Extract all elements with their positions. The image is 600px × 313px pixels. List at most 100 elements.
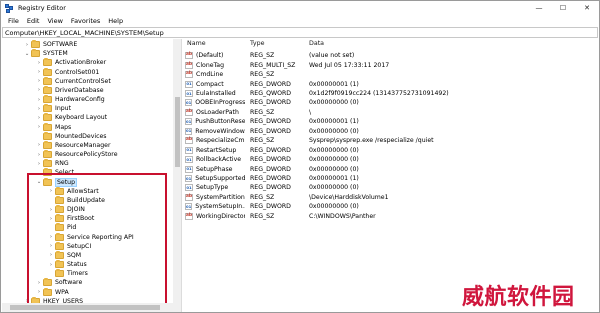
tree-node-label: SOFTWARE <box>43 41 78 48</box>
expand-right-icon[interactable]: › <box>36 113 42 122</box>
value-row[interactable]: ab SystemPartition REG_SZ \Device\HarddiskV… <box>185 193 598 202</box>
value-row[interactable]: ab OsLoaderPath REG_SZ \ <box>185 108 598 117</box>
expand-down-icon[interactable]: ⌄ <box>24 49 30 58</box>
value-row[interactable]: ab WorkingDirectory REG_SZ C:\WINDOWS\Panth… <box>185 212 598 221</box>
tree-node[interactable]: Select <box>36 168 74 177</box>
tree-horizontal-scrollbar[interactable] <box>2 303 181 312</box>
tree-node[interactable]: › SetupCI <box>48 241 91 251</box>
menu-file[interactable]: File <box>4 17 23 25</box>
value-row[interactable]: 01 SetupPhase REG_DWORD 0x00000000 (0) <box>185 164 598 173</box>
tree-node[interactable]: › ResourcePolicyStore <box>36 150 118 159</box>
tree-node[interactable]: › FirstBoot <box>48 214 94 223</box>
expand-right-icon[interactable]: › <box>36 68 42 77</box>
tree-node[interactable]: › Software <box>36 278 82 287</box>
expand-right-icon[interactable]: › <box>48 251 54 260</box>
menu-help[interactable]: Help <box>104 17 127 25</box>
maximize-button[interactable]: ☐ <box>551 1 575 15</box>
binary-value-icon: 01 <box>185 89 193 97</box>
value-name: SetupSupported <box>195 175 245 183</box>
value-row[interactable]: 01 RemoveWindow... REG_DWORD 0x00000000 (0) <box>185 127 598 136</box>
value-row[interactable]: ab CmdLine REG_SZ <box>185 70 598 79</box>
expand-right-icon[interactable]: › <box>36 278 42 287</box>
minimize-button[interactable]: — <box>527 1 551 15</box>
close-button[interactable]: ✕ <box>575 1 599 15</box>
value-row[interactable]: 01 SetupSupported REG_DWORD 0x00000001 (1) <box>185 174 598 183</box>
expand-right-icon[interactable]: › <box>24 40 30 49</box>
value-row[interactable]: 01 Compact REG_DWORD 0x00000001 (1) <box>185 79 598 88</box>
tree-node[interactable]: BuildUpdate <box>48 195 105 205</box>
expand-right-icon[interactable]: › <box>48 205 54 214</box>
tree-node[interactable]: › WPA <box>36 287 69 297</box>
tree-vertical-scrollbar[interactable] <box>173 39 181 303</box>
tree-node[interactable]: › AllowStart <box>48 186 99 196</box>
value-data: 0x1d2f9f0919cc224 (131437752731091492) <box>309 89 449 97</box>
column-header-data[interactable]: Data <box>309 40 324 49</box>
tree-node[interactable]: › SQM <box>48 250 81 260</box>
value-name-cell: 01 Compact <box>185 79 245 88</box>
expand-right-icon[interactable]: › <box>48 233 54 242</box>
expand-right-icon[interactable]: › <box>48 214 54 223</box>
address-bar[interactable]: Computer\HKEY_LOCAL_MACHINE\SYSTEM\Setup <box>2 27 598 38</box>
tree-node[interactable]: › DriverDatabase <box>36 85 104 95</box>
registry-tree-pane[interactable]: › SOFTWARE ⌄ SYSTEM › ActivationBroker › Contro… <box>2 39 182 312</box>
folder-icon <box>43 104 52 113</box>
menu-view[interactable]: View <box>43 17 66 25</box>
value-row[interactable]: 01 SystemSetupIn... REG_DWORD 0x00000000 (0… <box>185 202 598 211</box>
expand-right-icon[interactable]: › <box>36 77 42 86</box>
value-row[interactable]: 01 RestartSetup REG_DWORD 0x00000000 (0) <box>185 146 598 155</box>
column-header-type[interactable]: Type <box>250 40 264 49</box>
expand-right-icon[interactable]: › <box>36 86 42 95</box>
tree-node[interactable]: › Service Reporting API <box>48 232 134 242</box>
tree-node-label: ResourceManager <box>55 141 111 149</box>
expand-right-icon[interactable]: › <box>36 141 42 150</box>
expand-right-icon[interactable]: › <box>36 150 42 159</box>
tree-node[interactable]: › Keyboard Layout <box>36 113 107 122</box>
value-row[interactable]: abRespecializeCm... REG_SZ Sysprep\sysprep… <box>185 136 598 145</box>
tree-node[interactable]: Timers <box>48 269 88 278</box>
value-row[interactable]: ab (Default) REG_SZ (value not set) <box>185 51 598 60</box>
tree-node[interactable]: › DJOIN <box>48 205 85 214</box>
tree-node[interactable]: › Input <box>36 104 71 113</box>
value-row[interactable]: 01 EulaInstalled REG_QWORD 0x1d2f9f0919cc22… <box>185 89 598 98</box>
folder-icon <box>55 205 64 214</box>
value-row[interactable]: ab CloneTag REG_MULTI_SZ Wed Jul 05 17:33:1… <box>185 60 598 69</box>
tree-node[interactable]: Pid <box>48 223 76 232</box>
menu-favorites[interactable]: Favorites <box>67 17 104 25</box>
tree-scroll-thumb[interactable] <box>175 97 180 167</box>
expand-right-icon[interactable]: › <box>36 104 42 113</box>
tree-node[interactable]: › RNG <box>36 159 69 168</box>
tree-node[interactable]: › SOFTWARE <box>24 40 77 49</box>
expand-right-icon[interactable]: › <box>48 242 54 251</box>
expand-down-icon[interactable]: ⌄ <box>36 178 42 187</box>
tree-node[interactable]: MountedDevices <box>36 131 107 141</box>
tree-node[interactable]: ⌄ Setup <box>36 177 78 187</box>
value-row[interactable]: 01 OOBEInProgress REG_DWORD 0x00000000 (0) <box>185 98 598 107</box>
tree-node[interactable]: › ResourceManager <box>36 140 111 150</box>
value-name: EulaInstalled <box>196 89 236 97</box>
tree-node[interactable]: › ActivationBroker <box>36 58 106 67</box>
values-pane: Name Type Data ab (Default) REG_SZ (value n… <box>185 39 598 312</box>
expand-right-icon[interactable]: › <box>36 95 42 104</box>
tree-node-label: DriverDatabase <box>55 86 104 94</box>
expand-right-icon[interactable]: › <box>36 159 42 168</box>
tree-node[interactable]: › CurrentControlSet <box>36 76 111 86</box>
tree-node[interactable]: › Status <box>48 260 87 269</box>
value-type: REG_SZ <box>250 137 275 145</box>
tree-node[interactable]: › Maps <box>36 122 71 132</box>
expand-right-icon[interactable]: › <box>48 187 54 196</box>
expand-right-icon[interactable]: › <box>36 288 42 297</box>
column-header-name[interactable]: Name <box>187 40 206 49</box>
value-row[interactable]: 01 RollbackActive REG_DWORD 0x00000000 (0) <box>185 155 598 164</box>
tree-node[interactable]: ⌄ SYSTEM <box>24 49 68 58</box>
expand-right-icon[interactable]: › <box>36 123 42 132</box>
value-row[interactable]: 01 PushButtonReset REG_DWORD 0x00000001 (1) <box>185 117 598 126</box>
title-bar[interactable]: Registry Editor — ☐ ✕ <box>1 1 599 15</box>
value-row[interactable]: 01 SetupType REG_DWORD 0x00000000 (0) <box>185 183 598 192</box>
expand-right-icon[interactable]: › <box>36 58 42 67</box>
tree-hscroll-thumb[interactable] <box>10 305 160 310</box>
menu-edit[interactable]: Edit <box>23 17 44 25</box>
tree-node[interactable]: › ControlSet001 <box>36 67 99 77</box>
folder-icon <box>43 122 52 131</box>
tree-node[interactable]: › HardwareConfig <box>36 95 105 104</box>
expand-right-icon[interactable]: › <box>48 260 54 269</box>
